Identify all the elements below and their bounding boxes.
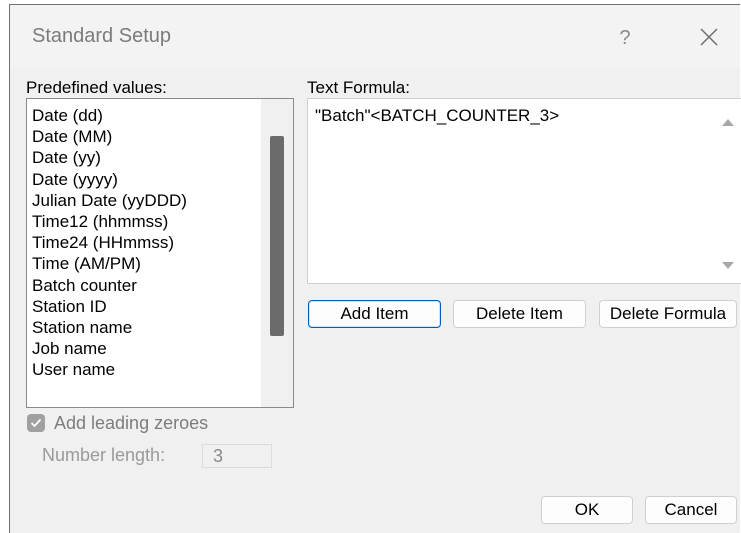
predefined-values-label: Predefined values: [26,78,167,97]
standard-setup-dialog: Standard Setup ? Predefined values: Date… [9,4,741,533]
list-item[interactable]: Station name [32,317,187,338]
scroll-up-arrow-icon[interactable] [722,119,734,126]
predefined-items: Date (dd) Date (MM) Date (yy) Date (yyyy) Ju… [32,105,187,381]
checkmark-icon [30,418,42,428]
close-icon [700,28,718,46]
window-title: Standard Setup [32,25,171,47]
text-formula-label: Text Formula: [307,78,410,97]
predefined-values-list[interactable]: Date (dd) Date (MM) Date (yy) Date (yyyy) Ju… [26,98,294,408]
add-leading-zeroes-label: Add leading zeroes [54,413,209,433]
number-length-input[interactable]: 3 [202,444,272,468]
delete-formula-button[interactable]: Delete Formula [599,300,737,328]
list-item[interactable]: User name [32,359,187,380]
text-formula-value: "Batch"<BATCH_COUNTER_3> [315,106,560,125]
text-formula-field[interactable]: "Batch"<BATCH_COUNTER_3> [307,98,741,284]
list-item[interactable]: Time12 (hhmmss) [32,211,187,232]
ok-button[interactable]: OK [541,496,633,524]
list-item[interactable]: Date (yyyy) [32,169,187,190]
add-leading-zeroes-checkbox[interactable] [27,414,45,432]
list-item[interactable]: Date (yy) [32,147,187,168]
list-item[interactable]: Julian Date (yyDDD) [32,190,187,211]
list-item[interactable]: Date (MM) [32,126,187,147]
delete-item-button[interactable]: Delete Item [453,300,586,328]
list-item[interactable]: Station ID [32,296,187,317]
scroll-down-arrow-icon[interactable] [722,262,734,269]
list-item[interactable]: Batch counter [32,275,187,296]
number-length-label: Number length: [42,445,166,465]
title-bar: Standard Setup ? [10,5,740,67]
help-button[interactable]: ? [610,23,640,53]
list-item[interactable]: Time24 (HHmmss) [32,232,187,253]
cancel-button[interactable]: Cancel [645,496,737,524]
add-item-button[interactable]: Add Item [308,300,441,328]
list-item[interactable]: Date (dd) [32,105,187,126]
list-scrollbar[interactable] [261,99,293,407]
list-item[interactable]: Job name [32,338,187,359]
formula-scrollbar[interactable] [714,99,741,283]
list-scrollbar-thumb[interactable] [270,136,284,336]
list-item[interactable]: Time (AM/PM) [32,253,187,274]
close-button[interactable] [690,19,728,55]
